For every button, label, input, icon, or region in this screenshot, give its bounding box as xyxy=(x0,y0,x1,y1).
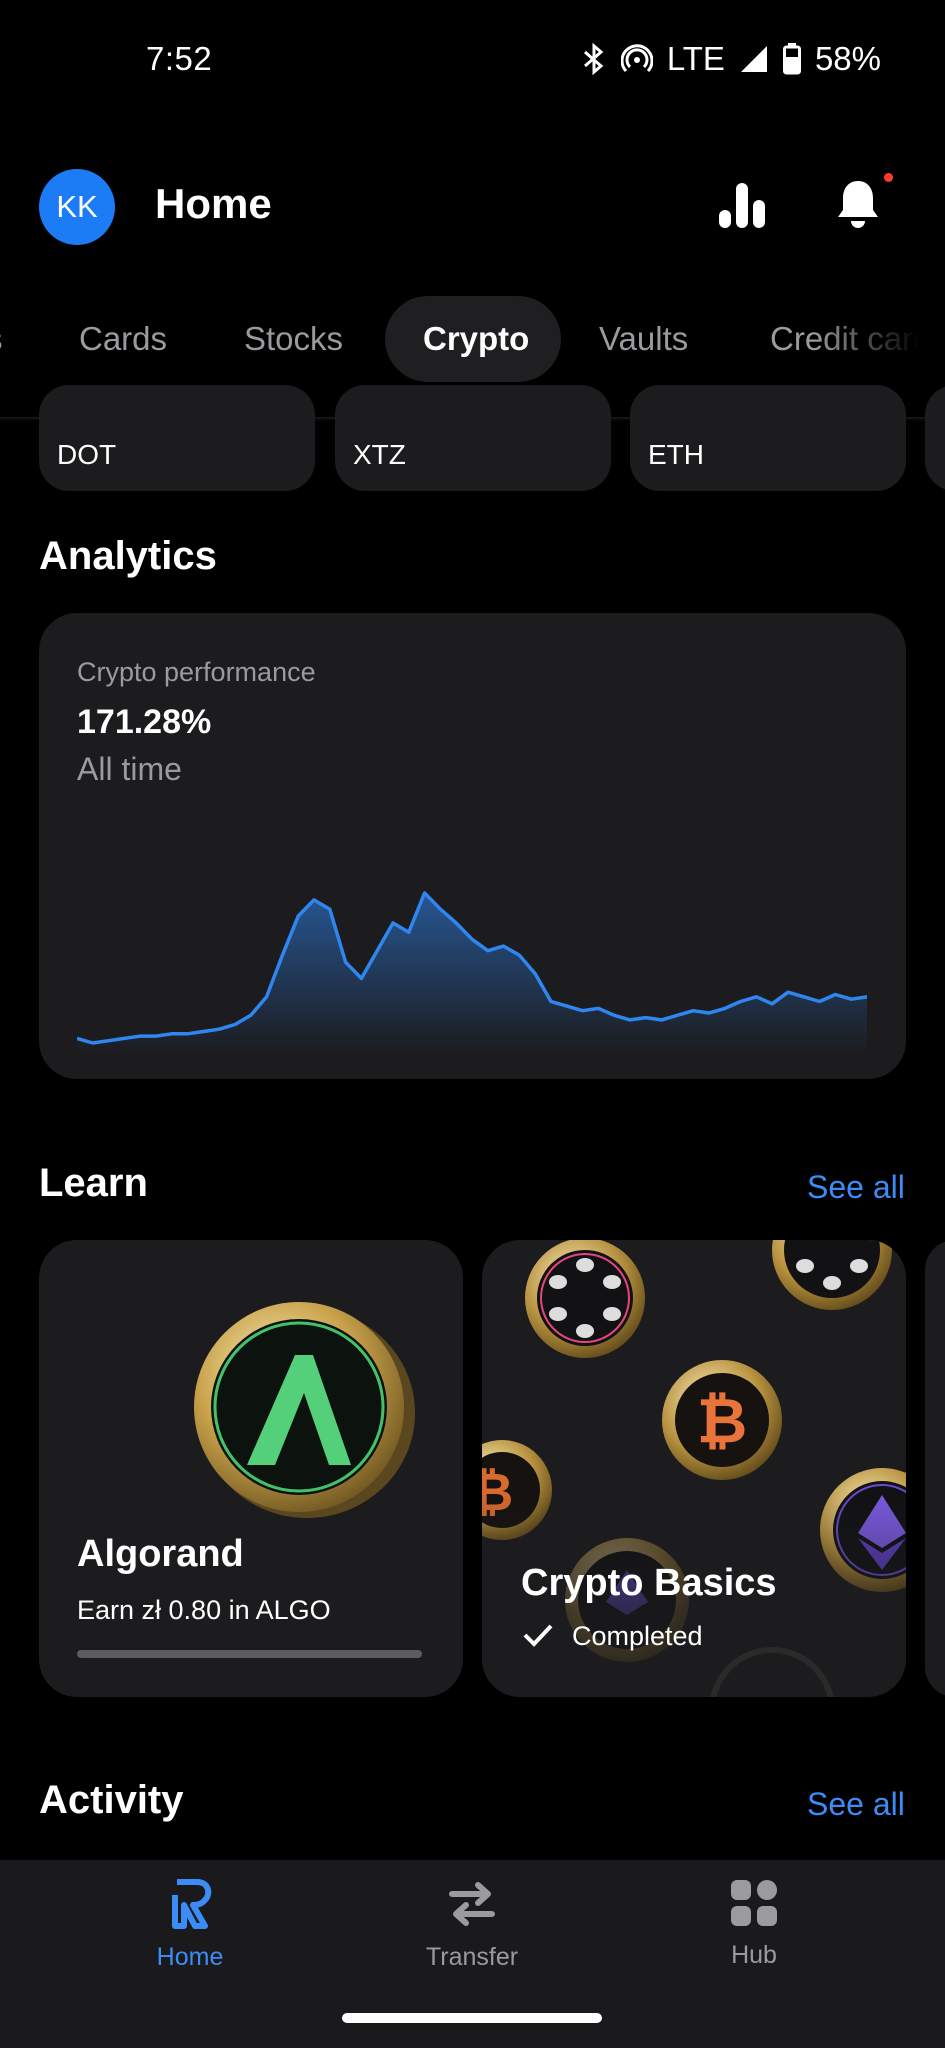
learn-card-status: Completed xyxy=(572,1621,703,1651)
activity-title: Activity xyxy=(39,1778,184,1822)
asset-card-eth[interactable]: ETH xyxy=(630,385,906,491)
learn-card-algorand[interactable]: Algorand Earn zł 0.80 in ALGO xyxy=(39,1240,463,1697)
performance-chart xyxy=(77,891,867,1053)
status-time: 7:52 xyxy=(146,40,213,77)
bell-icon[interactable] xyxy=(835,178,881,230)
battery-level: 58% xyxy=(814,40,881,77)
bluetooth-icon xyxy=(583,43,604,75)
signal-icon xyxy=(740,46,767,72)
asset-label: ETH xyxy=(648,439,704,470)
home-indicator[interactable] xyxy=(342,2013,602,2023)
nav-transfer[interactable]: Transfer xyxy=(372,1878,572,1972)
tab-stocks[interactable]: Stocks xyxy=(244,320,343,358)
learn-see-all-link[interactable]: See all xyxy=(807,1169,905,1206)
performance-value: 171.28% xyxy=(77,703,212,741)
learn-card-title: Algorand xyxy=(77,1533,244,1575)
algorand-coin-icon xyxy=(194,1302,415,1518)
checkmark-icon xyxy=(523,1624,553,1647)
asset-label: XTZ xyxy=(353,439,406,470)
performance-label: Crypto performance xyxy=(77,657,316,687)
asset-card-dot[interactable]: DOT xyxy=(39,385,315,491)
nav-label: Hub xyxy=(731,1941,777,1969)
status-icons: LTE 58% xyxy=(581,40,881,78)
chart-area xyxy=(77,893,867,1053)
tab-cards[interactable]: Cards xyxy=(79,320,167,358)
asset-label: DOT xyxy=(57,439,117,470)
learn-title: Learn xyxy=(39,1161,148,1205)
tabs-fade xyxy=(815,290,945,390)
learn-card-next[interactable] xyxy=(925,1240,945,1697)
svg-text:₿: ₿ xyxy=(697,1384,748,1457)
learn-card-crypto-basics[interactable]: ₿ ₿ Crypto Basics Completed xyxy=(482,1240,906,1697)
learn-card-title: Crypto Basics xyxy=(521,1562,777,1604)
activity-see-all-link[interactable]: See all xyxy=(807,1786,905,1823)
transfer-arrows-icon xyxy=(449,1882,495,1926)
hotspot-icon xyxy=(620,44,653,73)
avatar-initials: KK xyxy=(56,189,98,224)
asset-card-next[interactable] xyxy=(925,385,945,491)
tab-crypto[interactable]: Crypto xyxy=(423,320,529,358)
crypto-performance-card[interactable]: Crypto performance 171.28% All time xyxy=(39,613,906,1079)
category-tabs: s Cards Stocks Crypto Vaults Credit card xyxy=(0,290,945,390)
learn-card-subtitle: Earn zł 0.80 in ALGO xyxy=(77,1595,331,1625)
asset-card-xtz[interactable]: XTZ xyxy=(335,385,611,491)
avatar[interactable]: KK xyxy=(39,169,115,245)
learn-progress-bar xyxy=(77,1650,422,1658)
performance-period: All time xyxy=(77,751,182,787)
grid-icon xyxy=(731,1880,777,1926)
revolut-logo-icon xyxy=(172,1879,212,1929)
page-title: Home xyxy=(155,180,272,227)
nav-home[interactable]: Home xyxy=(90,1878,290,1972)
notification-dot xyxy=(884,173,893,182)
analytics-title: Analytics xyxy=(39,534,217,578)
tab-vaults[interactable]: Vaults xyxy=(599,320,688,358)
nav-hub[interactable]: Hub xyxy=(654,1878,854,1970)
analytics-chart-icon[interactable] xyxy=(716,180,768,230)
tab-accounts[interactable]: s xyxy=(0,320,3,358)
nav-label: Home xyxy=(156,1943,224,1971)
nav-label: Transfer xyxy=(425,1943,519,1971)
network-type: LTE xyxy=(666,40,725,77)
battery-icon xyxy=(782,43,801,75)
